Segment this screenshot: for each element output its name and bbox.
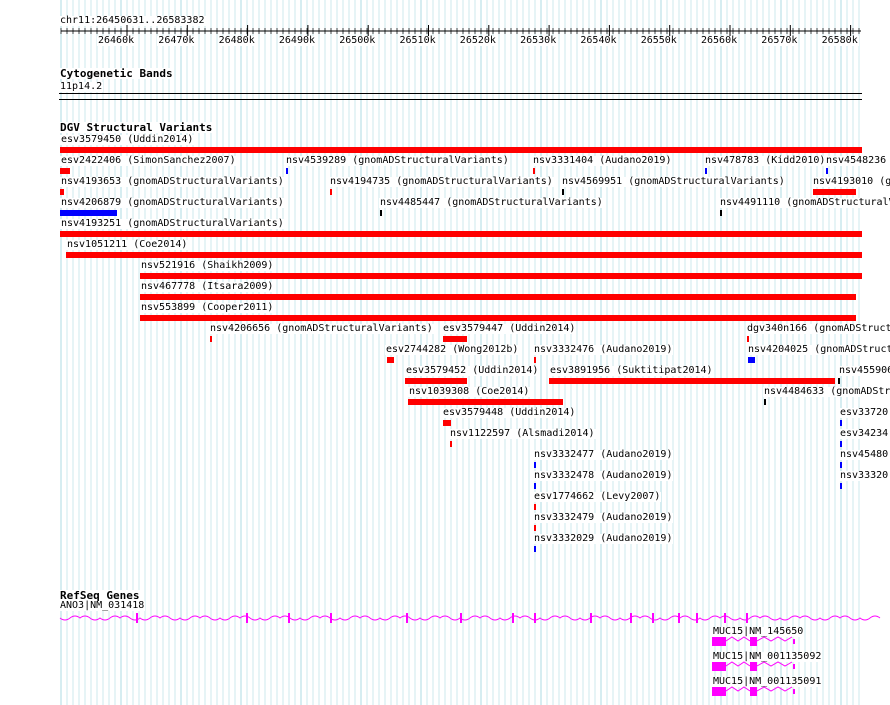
gene-muc15-exon bbox=[793, 664, 795, 669]
gene-ano3-exon bbox=[652, 613, 654, 623]
gene-ano3-exon bbox=[534, 613, 536, 623]
genome-browser-panel[interactable]: chr11:26450631..26583382 26460k 26470k 264… bbox=[0, 0, 890, 705]
gene-ano3-exon bbox=[288, 613, 290, 623]
gene-ano3-exon bbox=[724, 613, 726, 623]
gene-muc15-exon bbox=[712, 637, 726, 646]
gene-muc15-exon bbox=[750, 637, 757, 646]
gene-ano3-exon bbox=[590, 613, 592, 623]
gene-ano3-exon bbox=[630, 613, 632, 623]
gene-muc15-exon bbox=[793, 689, 795, 694]
gene-muc15-exon bbox=[750, 687, 757, 696]
gene-muc15-intron bbox=[756, 661, 793, 667]
gene-ano3-exon bbox=[406, 613, 408, 623]
gene-ano3-exon bbox=[746, 613, 748, 623]
gene-muc15-intron bbox=[725, 686, 751, 692]
gene-muc15-exon bbox=[793, 639, 795, 644]
refseq-gene-models bbox=[59, 613, 881, 696]
gene-ano3-exon bbox=[678, 613, 680, 623]
gene-muc15-exon bbox=[712, 662, 726, 671]
gene-muc15-exon bbox=[712, 687, 726, 696]
gene-ano3-exon bbox=[696, 613, 698, 623]
gene-muc15-intron bbox=[725, 636, 751, 642]
gene-ano3-exon bbox=[136, 613, 138, 623]
gene-ano3-exon bbox=[512, 613, 514, 623]
gene-muc15-intron bbox=[756, 686, 793, 692]
gene-muc15-intron bbox=[725, 661, 751, 667]
gene-ano3-exon bbox=[330, 613, 332, 623]
gene-ano3-intron bbox=[59, 615, 881, 621]
gene-ano3-exon bbox=[246, 613, 248, 623]
gene-muc15-exon bbox=[750, 662, 757, 671]
gene-muc15-intron bbox=[756, 636, 793, 642]
gene-ano3-exon bbox=[460, 613, 462, 623]
